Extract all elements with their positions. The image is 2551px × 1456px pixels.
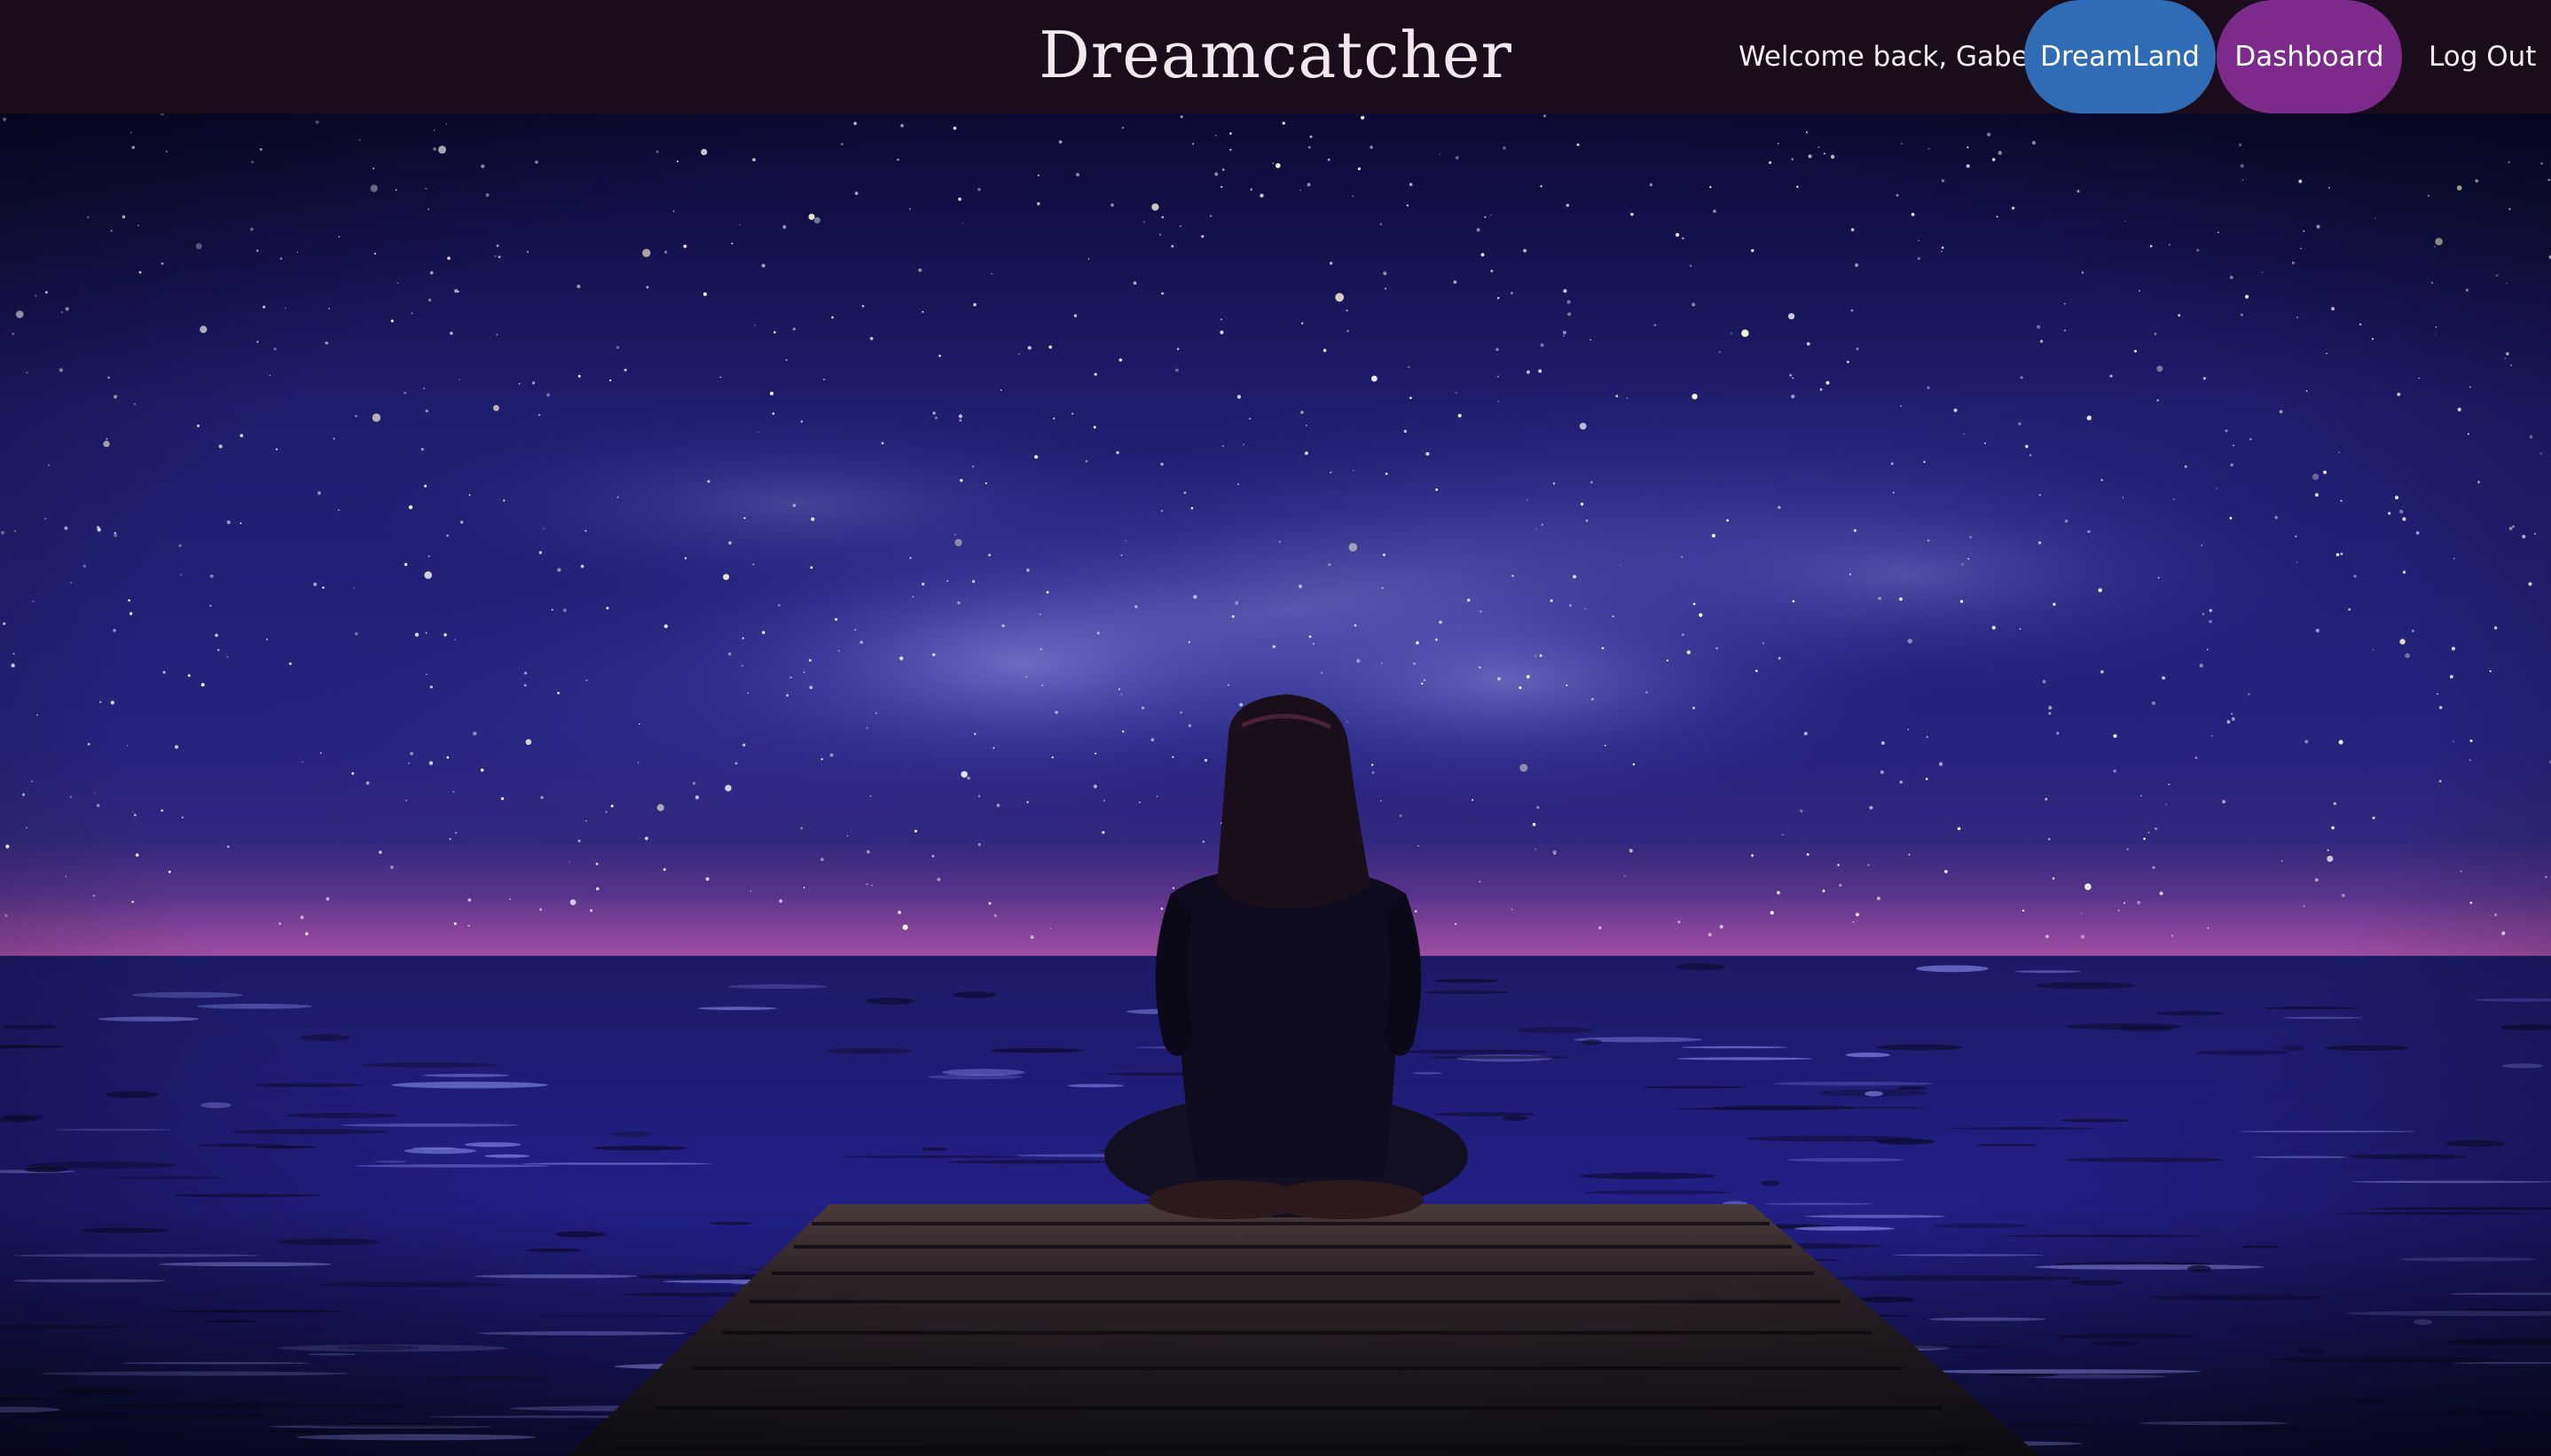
logout-link[interactable]: Log Out [2429, 0, 2536, 114]
dreamland-button[interactable]: DreamLand [2024, 0, 2216, 114]
dashboard-button[interactable]: Dashboard [2217, 0, 2402, 114]
welcome-message: Welcome back, Gabe [1739, 41, 2029, 73]
top-navbar: Dreamcatcher Welcome back, Gabe DreamLan… [0, 0, 2551, 114]
night-sky-ocean-illustration [0, 114, 2551, 1456]
hero-background-image [0, 114, 2551, 1456]
